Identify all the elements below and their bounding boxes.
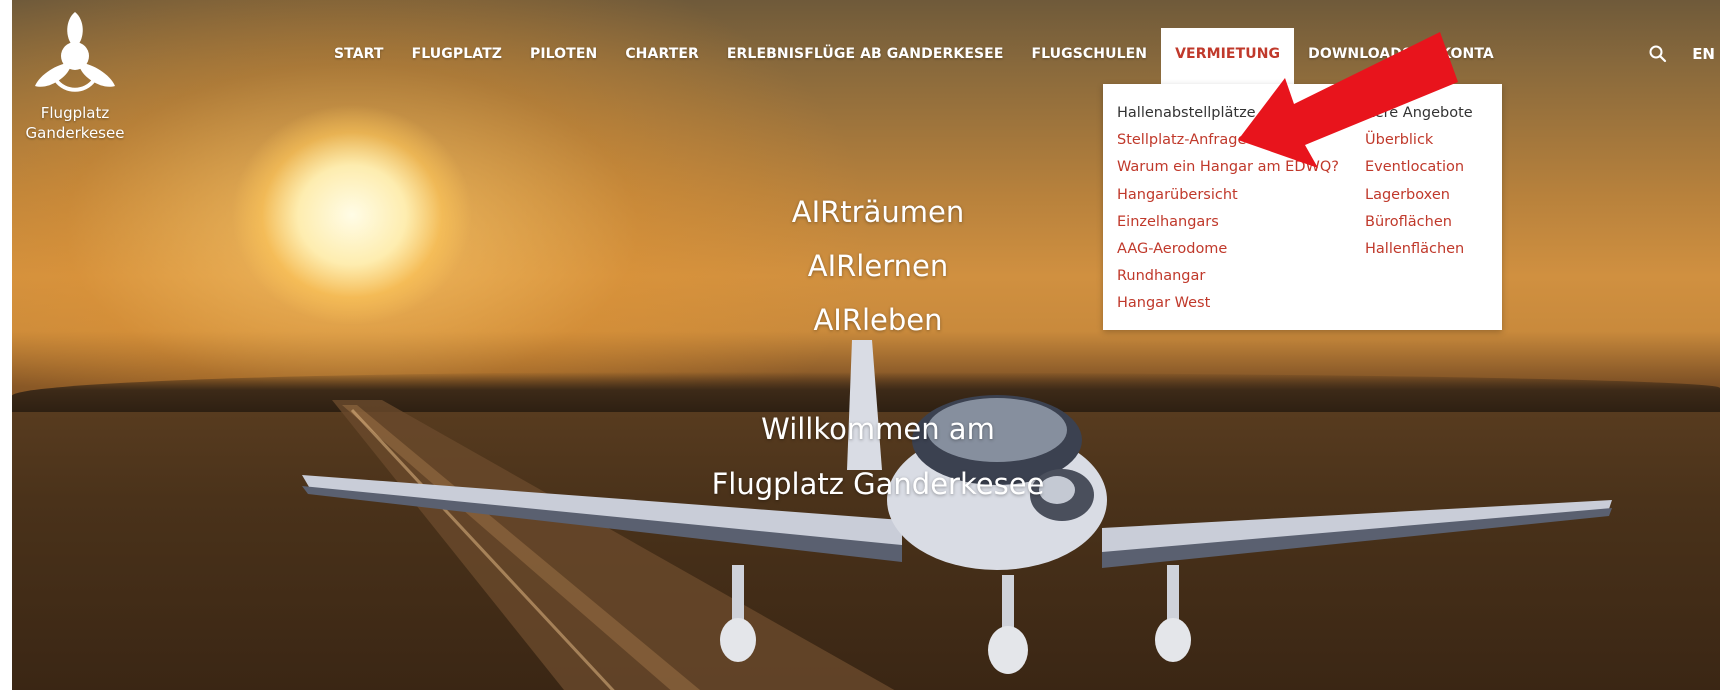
nav-item-flugschulen[interactable]: FLUGSCHULEN <box>1018 28 1162 84</box>
language-switch[interactable]: EN <box>1692 45 1715 63</box>
nav-item-piloten[interactable]: PILOTEN <box>516 28 611 84</box>
dropdown-item-warum-hangar[interactable]: Warum ein Hangar am EDWQ? <box>1117 154 1339 181</box>
nav-utilities: EN <box>1648 44 1715 64</box>
hero-tagline-3: AIRleben <box>813 303 943 337</box>
main-navigation: START FLUGPLATZ PILOTEN CHARTER ERLEBNIS… <box>320 28 1508 84</box>
logo-text-line1: Flugplatz <box>40 104 110 122</box>
site-logo[interactable]: Flugplatz Ganderkesee <box>20 8 130 158</box>
dropdown-item-hallenflaechen[interactable]: Hallenflächen <box>1365 236 1473 263</box>
nav-item-kontakt[interactable]: KONTA <box>1426 28 1508 84</box>
search-icon[interactable] <box>1648 44 1668 64</box>
hero-welcome-line2: Flugplatz Ganderkesee <box>711 467 1045 501</box>
dropdown-item-eventlocation[interactable]: Eventlocation <box>1365 154 1473 181</box>
dropdown-item-ueberblick[interactable]: Überblick <box>1365 127 1473 154</box>
dropdown-column-weitere-angebote: itere Angebote Überblick Eventlocation L… <box>1365 100 1473 263</box>
dropdown-heading-hallenabstellplaetze[interactable]: Hallenabstellplätze <box>1117 100 1339 127</box>
dropdown-item-bueroflaechen[interactable]: Büroflächen <box>1365 209 1473 236</box>
nav-item-vermietung[interactable]: VERMIETUNG <box>1161 28 1295 84</box>
propeller-logo-icon <box>35 12 115 92</box>
logo-text-line2: Ganderkesee <box>25 124 125 142</box>
dropdown-item-stellplatz-anfrage[interactable]: Stellplatz-Anfrage <box>1117 127 1339 154</box>
dropdown-heading-weitere-angebote[interactable]: itere Angebote <box>1365 100 1473 127</box>
hero-tagline-2: AIRlernen <box>807 249 949 283</box>
nav-item-charter[interactable]: CHARTER <box>611 28 713 84</box>
nav-item-downloads[interactable]: DOWNLOADS <box>1294 28 1426 84</box>
dropdown-item-lagerboxen[interactable]: Lagerboxen <box>1365 182 1473 209</box>
nav-item-start[interactable]: START <box>320 28 398 84</box>
hero-tagline-1: AIRträumen <box>791 195 965 229</box>
hero-welcome-line1: Willkommen am <box>761 412 995 446</box>
nav-item-erlebnisfluege[interactable]: ERLEBNISFLÜGE AB GANDERKESEE <box>713 28 1018 84</box>
nav-item-flugplatz[interactable]: FLUGPLATZ <box>398 28 516 84</box>
